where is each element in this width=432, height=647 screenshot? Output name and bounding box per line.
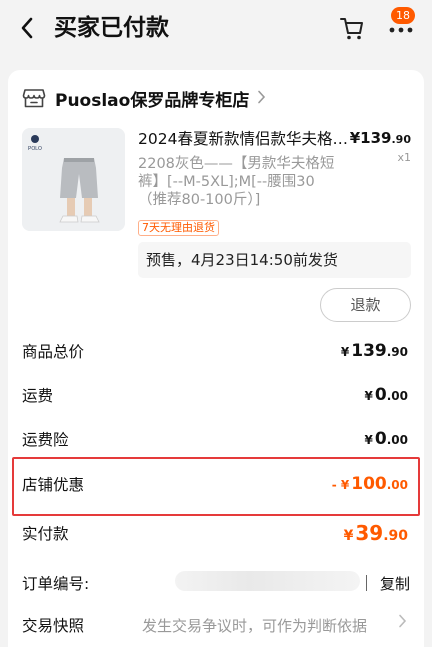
- store-discount-value: - ¥100.00: [331, 474, 408, 494]
- chevron-right-icon[interactable]: [398, 613, 407, 632]
- store-discount-row: 店铺优惠 - ¥100.00: [22, 469, 408, 499]
- store-link[interactable]: Puoslao保罗品牌专柜店: [22, 84, 266, 112]
- paid-total-label: 实付款: [22, 525, 69, 543]
- paid-total-row: 实付款 ¥39.90: [22, 518, 408, 548]
- product-price: ¥139.90: [349, 129, 411, 147]
- copy-button[interactable]: 复制: [380, 573, 410, 594]
- shipping-value: ¥0.00: [364, 385, 408, 405]
- return-policy-tag: 7天无理由退货: [138, 220, 219, 236]
- store-discount-label: 店铺优惠: [22, 476, 85, 494]
- store-icon: [22, 87, 46, 109]
- product-title[interactable]: 2024春夏新款情侣款华夫格短裤: [138, 128, 350, 150]
- order-number-redacted: [175, 571, 360, 591]
- goods-total-value: ¥139.90: [340, 341, 408, 361]
- goods-total-row: 商品总价 ¥139.90: [22, 336, 408, 366]
- shipping-row: 运费 ¥0.00: [22, 380, 408, 410]
- chevron-left-icon[interactable]: [16, 14, 38, 42]
- shipping-insurance-label: 运费险: [22, 431, 69, 449]
- store-name: Puoslao保罗品牌专柜店: [55, 90, 250, 111]
- chevron-right-icon: [257, 89, 266, 108]
- refund-button[interactable]: 退款: [320, 288, 411, 322]
- shipping-insurance-value: ¥0.00: [364, 429, 408, 449]
- order-number-label: 订单编号:: [22, 575, 90, 593]
- shipping-insurance-row: 运费险 ¥0.00: [22, 424, 408, 454]
- product-sku: 2208灰色——【男款华夫格短裤】[--M-5XL];M[--腰围30（推荐80…: [138, 156, 335, 208]
- svg-text:POLO: POLO: [28, 146, 42, 152]
- divider: [366, 575, 367, 591]
- cart-icon[interactable]: [338, 14, 366, 42]
- presale-notice: 预售，4月23日14:50前发货: [138, 242, 411, 278]
- notification-badge: 18: [391, 7, 415, 24]
- top-bar: 买家已付款 18: [0, 0, 432, 58]
- product-quantity: x1: [397, 151, 411, 164]
- snapshot-label: 交易快照: [22, 617, 85, 635]
- snapshot-hint: 发生交易争议时，可作为判断依据: [142, 617, 368, 635]
- page-title: 买家已付款: [54, 15, 169, 41]
- product-image[interactable]: POLO: [22, 128, 125, 231]
- goods-total-label: 商品总价: [22, 343, 85, 361]
- shipping-label: 运费: [22, 387, 54, 405]
- paid-total-value: ¥39.90: [343, 521, 408, 545]
